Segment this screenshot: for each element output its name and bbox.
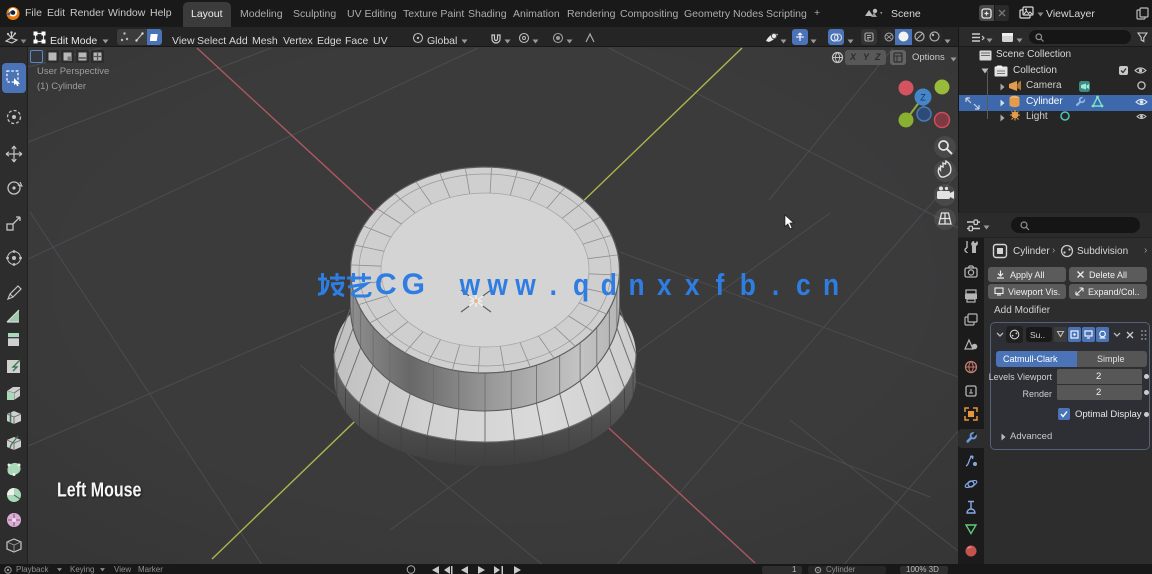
svg-text:Z: Z xyxy=(920,93,926,103)
